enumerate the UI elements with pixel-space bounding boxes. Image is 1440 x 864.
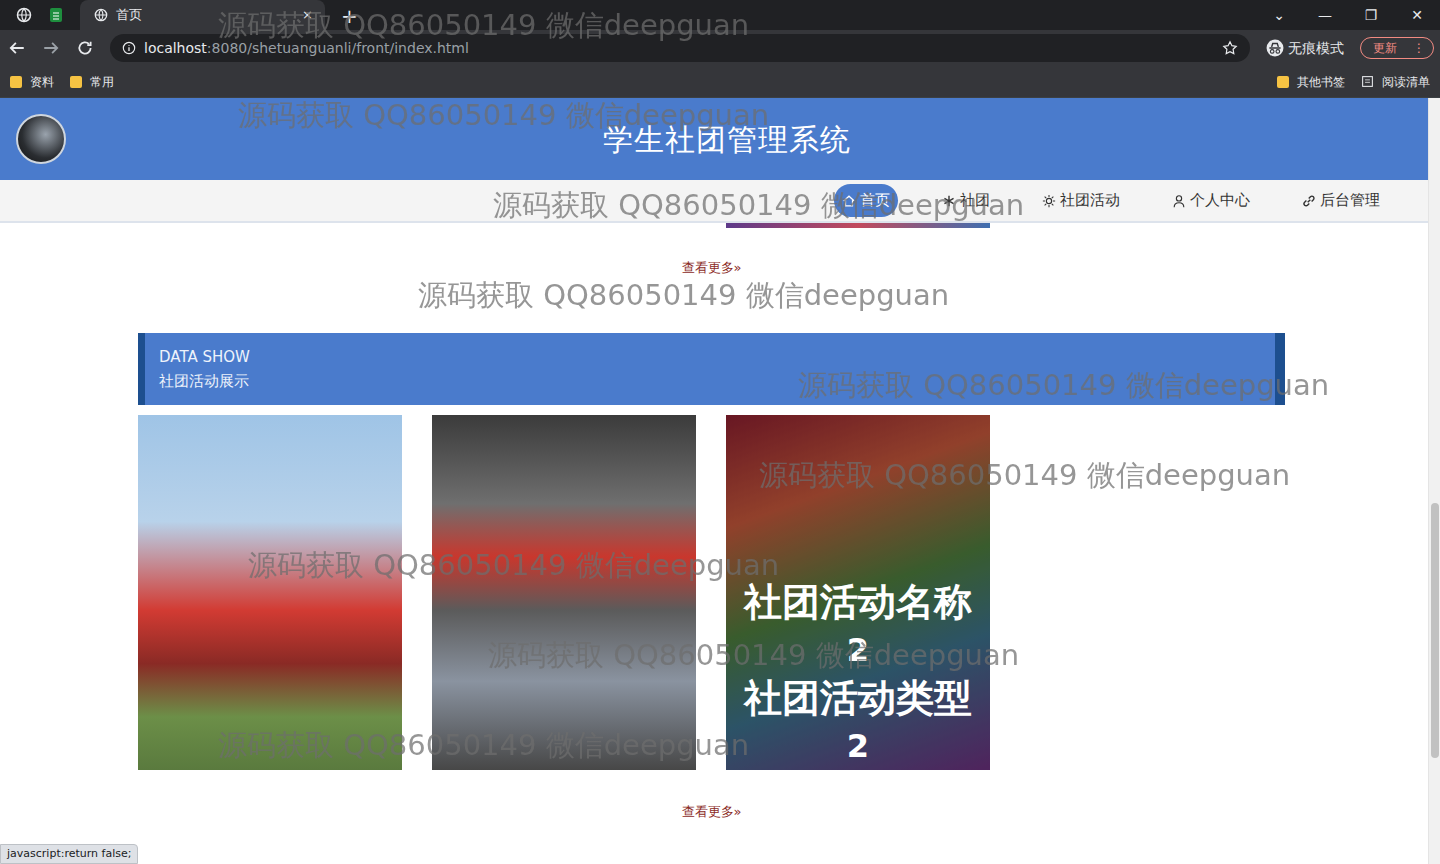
watermark: 源码获取 QQ86050149 微信deepguan <box>218 4 749 48</box>
new-tab-button[interactable]: + <box>325 2 374 30</box>
watermark: 源码获取 QQ86050149 微信deepguan <box>238 94 769 138</box>
site-title: 学生社团管理系统 <box>603 117 851 162</box>
tab-bar: 首页 × + ⌄—❐✕ <box>0 0 1440 30</box>
watermark: 源码获取 QQ86050149 微信deepguan <box>798 364 1329 408</box>
info-icon[interactable] <box>122 41 136 55</box>
nav-label: 个人中心 <box>1190 189 1250 212</box>
title-wrap: 学生社团管理系统 <box>66 117 1428 162</box>
section-header: DATA SHOW社团活动展示 <box>138 333 1285 405</box>
tab-close-button[interactable]: × <box>302 5 313 25</box>
more-link[interactable]: 查看更多» <box>138 802 1285 822</box>
tab-search-button[interactable]: ⌄ <box>1256 5 1302 26</box>
home-icon <box>842 194 856 208</box>
update-label: 更新 <box>1373 39 1397 57</box>
globe-icon[interactable] <box>16 7 32 23</box>
bookmark-label: 其他书签 <box>1297 73 1345 91</box>
nav-label: 首页 <box>860 189 890 212</box>
update-button[interactable]: 更新 ⋮ <box>1360 37 1434 59</box>
page-viewport: 学生社团管理系统首页社团社团活动个人中心后台管理查看更多»DATA SHOW社团… <box>0 98 1440 864</box>
url-path: :8080/shetuanguanli/front/index.html <box>207 38 469 59</box>
watermark: 源码获取 QQ86050149 微信deepguan <box>418 274 949 318</box>
overlay-line: 社团活动类型 <box>744 674 972 722</box>
bookmark-label: 常用 <box>90 73 114 91</box>
close-window-button[interactable]: ✕ <box>1394 5 1440 26</box>
url-field[interactable]: localhost:8080/shetuanguanli/front/index… <box>110 34 1250 62</box>
section-title: 社团活动展示 <box>159 369 1261 393</box>
restore-button[interactable]: ❐ <box>1348 5 1394 26</box>
tab-strip-left <box>0 0 80 30</box>
activity-card[interactable]: 社团活动名称2社团活动类型2 <box>726 415 990 770</box>
globe-icon <box>94 8 108 22</box>
status-bar: javascript:return false; <box>0 844 138 864</box>
window-controls: ⌄—❐✕ <box>1256 0 1440 30</box>
watermark: 源码获取 QQ86050149 微信deepguan <box>759 454 1290 498</box>
sun-icon <box>1042 194 1056 208</box>
nav-item[interactable]: 社团 <box>934 184 998 217</box>
previous-card-image <box>726 223 990 228</box>
main-nav: 首页 社团 社团活动 个人中心 后台管理 <box>0 180 1428 223</box>
nav-label: 社团活动 <box>1060 189 1120 212</box>
nav-item[interactable]: 个人中心 <box>1164 184 1258 217</box>
more-arrow-icon: » <box>734 258 742 278</box>
watermark: 源码获取 QQ86050149 微信deepguan <box>218 724 749 768</box>
profile-button[interactable]: 无痕模式 <box>1266 38 1344 59</box>
back-icon[interactable] <box>8 39 26 57</box>
tab-title: 首页 <box>116 5 294 25</box>
content: 查看更多»DATA SHOW社团活动展示社团活动名称2社团活动类型2查看更多» <box>0 223 1285 821</box>
forward-icon[interactable] <box>42 39 60 57</box>
asterisk-icon <box>942 194 956 208</box>
bookmarks-right: 其他书签 阅读清单 <box>1277 73 1430 91</box>
link-icon <box>1302 194 1316 208</box>
bookmark-folder[interactable]: 常用 <box>70 73 114 91</box>
scrollbar[interactable] <box>1428 98 1440 864</box>
section-subtitle: DATA SHOW <box>159 345 1261 369</box>
bookmark-folder[interactable]: 资料 <box>10 73 54 91</box>
overlay-line: 社团活动名称 <box>744 578 972 626</box>
nav-item[interactable]: 首页 <box>834 184 898 217</box>
nav-label: 社团 <box>960 189 990 212</box>
bookmark-label: 资料 <box>30 73 54 91</box>
folder-icon <box>10 76 22 88</box>
address-row: localhost:8080/shetuanguanli/front/index… <box>0 30 1440 66</box>
scrollbar-thumb[interactable] <box>1431 503 1439 758</box>
logo-icon <box>16 114 66 164</box>
card-overlay: 社团活动名称2社团活动类型2 <box>726 415 990 770</box>
overlay-line: 2 <box>847 626 869 674</box>
folder-icon <box>70 76 82 88</box>
bookmark-label: 阅读清单 <box>1382 73 1430 91</box>
incognito-icon <box>1266 39 1284 57</box>
more-link[interactable]: 查看更多» <box>138 258 1285 278</box>
url-text: localhost:8080/shetuanguanli/front/index… <box>144 38 1214 59</box>
overlay-line: 2 <box>847 722 869 770</box>
watermark: 源码获取 QQ86050149 微信deepguan <box>248 544 779 588</box>
reading-list-icon <box>1361 75 1374 88</box>
watermark: 源码获取 QQ86050149 微信deepguan <box>493 184 1024 228</box>
reading-list[interactable]: 阅读清单 <box>1361 73 1430 91</box>
nav-label: 后台管理 <box>1320 189 1380 212</box>
user-icon <box>1172 194 1186 208</box>
watermark: 源码获取 QQ86050149 微信deepguan <box>488 634 1019 678</box>
reload-icon[interactable] <box>76 39 94 57</box>
sheet-icon[interactable] <box>48 7 64 23</box>
bookmarks-bar: 资料 常用 其他书签 阅读清单 <box>0 66 1440 98</box>
site-header: 学生社团管理系统 <box>0 98 1428 180</box>
activity-card[interactable] <box>138 415 402 770</box>
minimize-button[interactable]: — <box>1302 5 1348 26</box>
card-grid: 社团活动名称2社团活动类型2 <box>138 415 1285 770</box>
browser-tab[interactable]: 首页 × <box>80 0 325 30</box>
nav-item[interactable]: 社团活动 <box>1034 184 1128 217</box>
folder-icon <box>1277 76 1289 88</box>
activity-card[interactable] <box>432 415 696 770</box>
other-bookmarks[interactable]: 其他书签 <box>1277 73 1345 91</box>
more-label: 查看更多 <box>682 802 734 822</box>
menu-button[interactable]: ⋮ <box>1413 39 1425 57</box>
url-host: localhost <box>144 38 207 59</box>
more-arrow-icon: » <box>734 802 742 822</box>
profile-label: 无痕模式 <box>1288 38 1344 59</box>
nav-item[interactable]: 后台管理 <box>1294 184 1388 217</box>
star-icon[interactable] <box>1222 40 1238 56</box>
page: 学生社团管理系统首页社团社团活动个人中心后台管理查看更多»DATA SHOW社团… <box>0 98 1428 864</box>
watermark-layer: 源码获取 QQ86050149 微信deepguan 源码获取 QQ8605014… <box>0 0 1440 864</box>
more-label: 查看更多 <box>682 258 734 278</box>
